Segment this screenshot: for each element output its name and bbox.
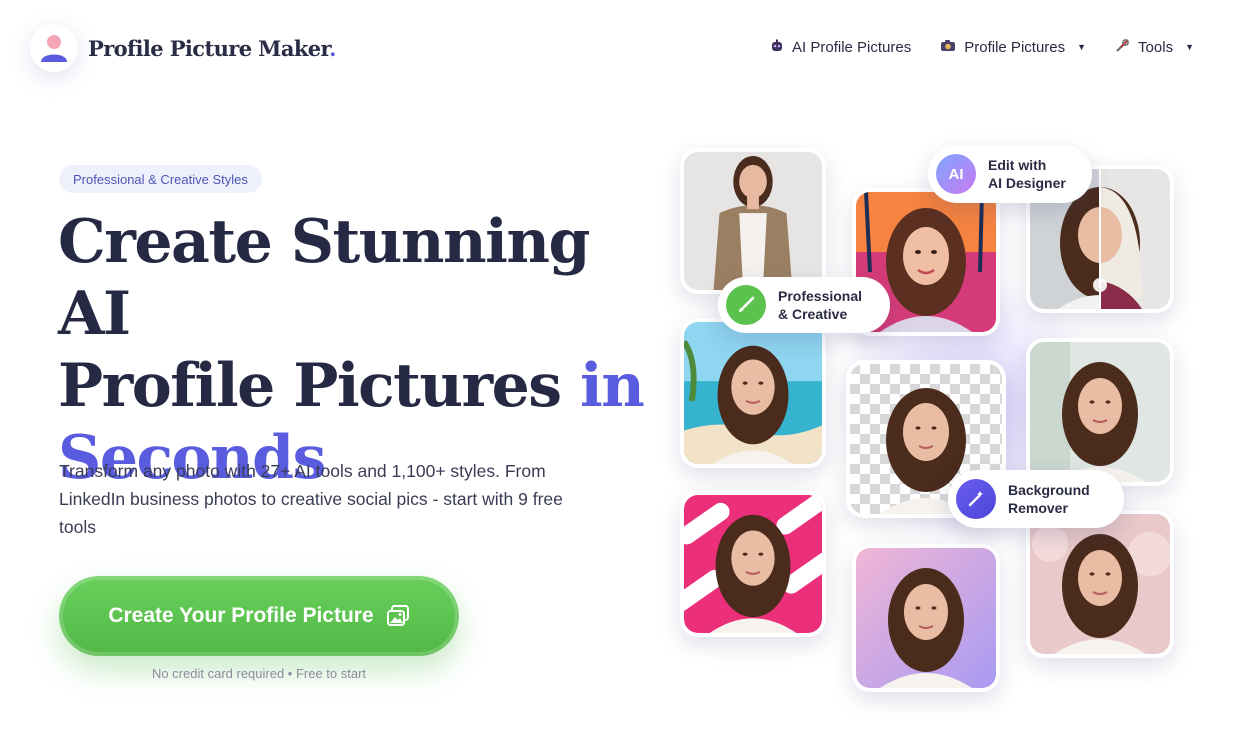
tools-icon — [1115, 38, 1130, 56]
hero-title-line1: Create Stunning AI — [58, 207, 590, 349]
hero-title-accent: in — [579, 351, 645, 421]
nav-ai-profile-pictures[interactable]: AI Profile Pictures — [770, 39, 911, 56]
images-icon — [386, 605, 410, 627]
portrait-office-photo — [1026, 338, 1174, 486]
portrait-beach-photo — [680, 318, 826, 468]
nav-profile-pictures[interactable]: Profile Pictures ▼ — [940, 39, 1086, 56]
styles-pill: Professional & Creative Styles — [59, 165, 262, 193]
chevron-down-icon: ▼ — [1077, 42, 1087, 52]
nav-label: Profile Pictures — [964, 38, 1066, 56]
ai-designer-badge[interactable]: AI Edit with AI Designer — [928, 145, 1092, 203]
cta-note: No credit card required • Free to start — [151, 666, 367, 681]
portrait-purple-gradient-photo — [852, 544, 1000, 692]
professional-badge-label: Professional & Creative — [778, 288, 863, 322]
avatar-logo-icon — [30, 24, 78, 72]
ai-icon: AI — [936, 154, 976, 194]
hero-title: Create Stunning AI Profile Pictures in S… — [58, 206, 648, 494]
nav-label: Tools — [1138, 38, 1174, 56]
cta-label: Create Your Profile Picture — [108, 604, 374, 627]
main-nav: AI Profile Pictures Profile Pictures ▼ T… — [770, 38, 1194, 56]
hero-title-line2: Profile Pictures — [58, 351, 580, 421]
create-profile-picture-button[interactable]: Create Your Profile Picture — [59, 576, 459, 656]
brand-logo[interactable]: Profile Picture Maker. — [30, 24, 336, 72]
nav-label: AI Profile Pictures — [792, 38, 912, 56]
background-remover-badge[interactable]: Background Remover — [948, 470, 1124, 528]
brand-name: Profile Picture Maker. — [88, 35, 336, 61]
portrait-bokeh-photo — [1026, 510, 1174, 658]
hero-description: Transform any photo with 27+ AI tools an… — [59, 461, 563, 537]
chevron-down-icon: ▼ — [1185, 42, 1194, 52]
portrait-business-photo — [680, 148, 826, 294]
nav-tools[interactable]: Tools ▼ — [1115, 38, 1194, 56]
professional-creative-badge[interactable]: Professional & Creative — [718, 277, 890, 333]
background-remover-badge-label: Background Remover — [1008, 482, 1090, 516]
magic-wand-icon — [956, 479, 996, 519]
ai-designer-badge-label: Edit with AI Designer — [988, 157, 1066, 191]
paintbrush-icon — [726, 285, 766, 325]
camera-icon — [940, 39, 956, 56]
portrait-pink-pattern-photo — [680, 491, 826, 637]
robot-icon — [770, 39, 784, 56]
